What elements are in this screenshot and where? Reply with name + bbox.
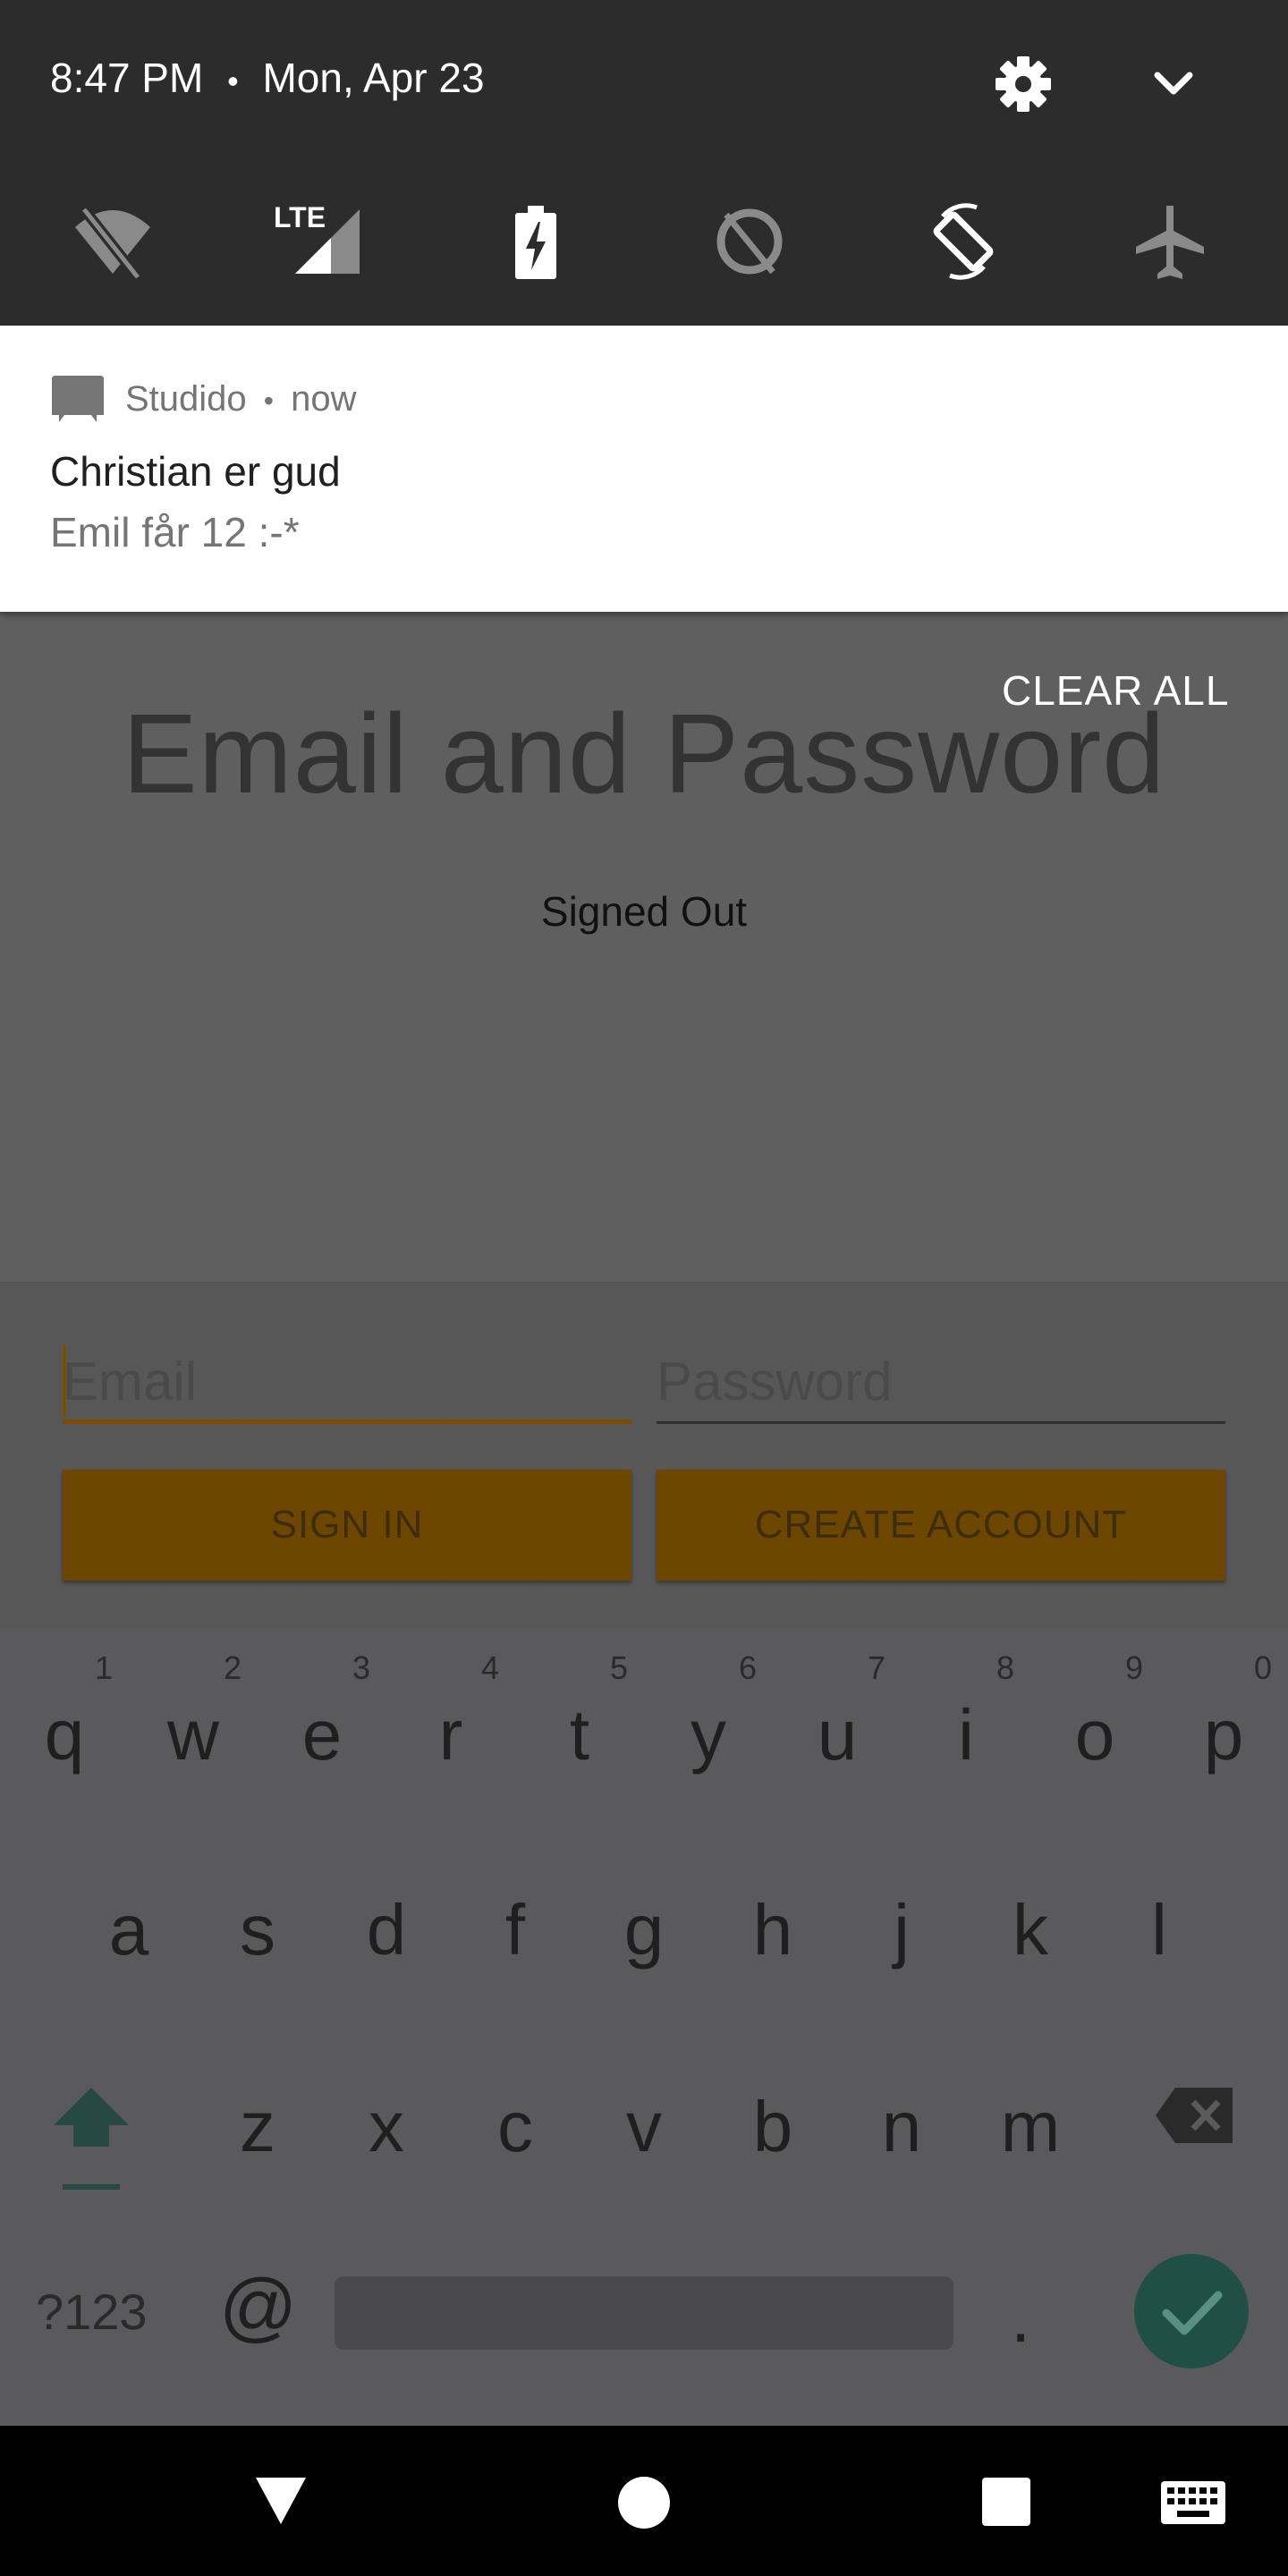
key-x[interactable]: x xyxy=(322,2082,451,2172)
checkmark-icon xyxy=(1162,2291,1223,2335)
clear-all-button[interactable]: CLEAR ALL xyxy=(1002,666,1229,715)
navigation-bar xyxy=(0,2426,1288,2576)
key-hint-1: 1 xyxy=(95,1649,114,1686)
email-field[interactable]: Email xyxy=(63,1342,631,1424)
key-hint-3: 3 xyxy=(352,1649,371,1686)
notification-separator: • xyxy=(263,385,274,417)
notification-time: now xyxy=(291,379,357,419)
key-i[interactable]: i xyxy=(902,1690,1030,1780)
key-m[interactable]: m xyxy=(966,2082,1095,2172)
password-field[interactable]: Password xyxy=(657,1342,1225,1424)
shift-key[interactable] xyxy=(50,2084,132,2199)
key-w[interactable]: w xyxy=(129,1690,258,1780)
password-underline xyxy=(657,1421,1225,1424)
key-h[interactable]: h xyxy=(708,1885,837,1975)
backspace-key[interactable] xyxy=(1154,2084,1236,2151)
period-key[interactable]: . xyxy=(1011,2276,1030,2359)
home-icon[interactable] xyxy=(617,2476,671,2529)
key-n[interactable]: n xyxy=(837,2082,966,2172)
key-j[interactable]: j xyxy=(837,1885,966,1975)
email-underline xyxy=(63,1419,631,1424)
key-k[interactable]: k xyxy=(966,1885,1095,1975)
notification-shade-header: 8:47 PM • Mon, Apr 23 LTE xyxy=(0,0,1288,326)
key-a[interactable]: a xyxy=(64,1885,193,1975)
key-hint-6: 6 xyxy=(739,1649,758,1686)
lte-signal-icon[interactable]: LTE xyxy=(272,200,361,283)
auto-rotate-icon[interactable] xyxy=(925,200,1002,283)
key-hint-7: 7 xyxy=(868,1649,886,1686)
key-b[interactable]: b xyxy=(708,2082,837,2172)
app-notification-icon xyxy=(52,376,104,422)
backspace-icon xyxy=(1156,2088,1233,2143)
airplane-mode-icon[interactable] xyxy=(1134,200,1206,283)
key-d[interactable]: d xyxy=(322,1885,451,1975)
recents-icon[interactable] xyxy=(982,2478,1030,2526)
status-time: 8:47 PM xyxy=(50,55,204,101)
at-key[interactable]: @ xyxy=(219,2263,297,2351)
key-g[interactable]: g xyxy=(580,1885,708,1975)
symbols-key[interactable]: ?123 xyxy=(36,2283,148,2341)
key-hint-2: 2 xyxy=(224,1649,242,1686)
wifi-off-icon[interactable] xyxy=(72,200,154,283)
key-f[interactable]: f xyxy=(451,1885,580,1975)
status-datetime: 8:47 PM • Mon, Apr 23 xyxy=(50,54,485,102)
key-u[interactable]: u xyxy=(773,1690,902,1780)
back-chevron-down-icon[interactable] xyxy=(254,2476,308,2526)
email-placeholder: Email xyxy=(63,1352,198,1411)
key-hint-8: 8 xyxy=(996,1649,1015,1686)
key-hint-0: 0 xyxy=(1254,1649,1273,1686)
key-hint-4: 4 xyxy=(481,1649,500,1686)
key-l[interactable]: l xyxy=(1095,1885,1224,1975)
key-o[interactable]: o xyxy=(1030,1690,1159,1780)
lte-label: LTE xyxy=(274,201,326,233)
battery-charging-icon[interactable] xyxy=(513,200,558,283)
key-p[interactable]: p xyxy=(1159,1690,1288,1780)
status-separator: • xyxy=(227,63,239,99)
settings-gear-icon[interactable] xyxy=(995,55,1052,113)
key-hint-9: 9 xyxy=(1125,1649,1144,1686)
keyboard-switch-icon[interactable] xyxy=(1161,2481,1225,2524)
notification-card[interactable]: Studido • now Christian er gud Emil får … xyxy=(0,326,1288,612)
space-bar[interactable] xyxy=(335,2276,953,2350)
notification-text: Emil får 12 :-* xyxy=(50,509,300,555)
status-date: Mon, Apr 23 xyxy=(262,55,485,101)
key-c[interactable]: c xyxy=(451,2082,580,2172)
password-placeholder: Password xyxy=(657,1352,893,1411)
key-z[interactable]: z xyxy=(193,2082,322,2172)
signed-status-text: Signed Out xyxy=(540,888,748,935)
notification-app-name: Studido xyxy=(125,379,247,419)
data-saver-off-icon[interactable] xyxy=(716,200,784,283)
key-y[interactable]: y xyxy=(644,1690,773,1780)
key-t[interactable]: t xyxy=(515,1690,644,1780)
key-v[interactable]: v xyxy=(580,2082,708,2172)
sign-in-button[interactable]: SIGN IN xyxy=(63,1470,631,1580)
done-key[interactable] xyxy=(1134,2254,1249,2368)
notification-header: Studido • now xyxy=(125,379,357,419)
key-r[interactable]: r xyxy=(386,1690,515,1780)
notification-title: Christian er gud xyxy=(50,448,341,495)
key-e[interactable]: e xyxy=(258,1690,386,1780)
shift-arrow-icon xyxy=(54,2088,129,2190)
create-account-button[interactable]: CREATE ACCOUNT xyxy=(657,1470,1225,1580)
key-s[interactable]: s xyxy=(193,1885,322,1975)
collapse-chevron-icon[interactable] xyxy=(1152,70,1195,100)
key-hint-5: 5 xyxy=(610,1649,629,1686)
key-q[interactable]: q xyxy=(0,1690,129,1780)
